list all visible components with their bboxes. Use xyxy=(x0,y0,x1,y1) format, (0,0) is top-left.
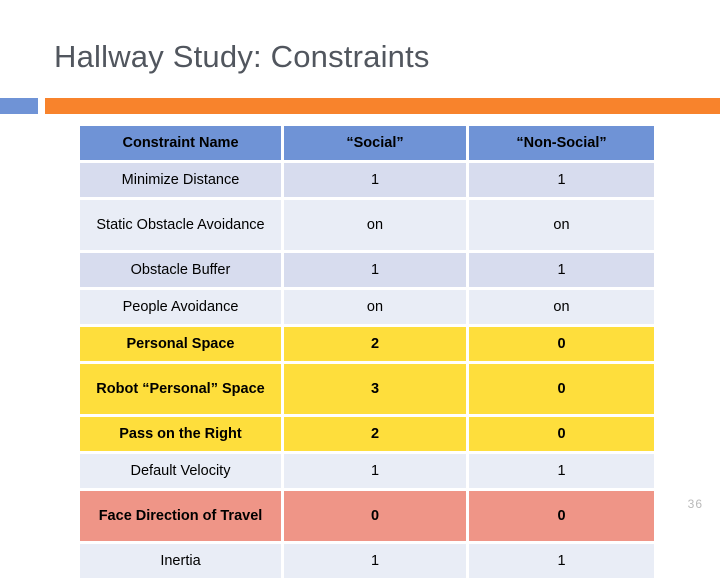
cell-non-social-value: 0 xyxy=(469,327,654,364)
column-header-social: “Social” xyxy=(284,126,469,163)
cell-constraint-name: Personal Space xyxy=(80,327,284,364)
cell-non-social-value: on xyxy=(469,200,654,253)
table-row: Minimize Distance 1 1 xyxy=(80,163,654,200)
cell-constraint-name: Robot “Personal” Space xyxy=(80,364,284,417)
cell-constraint-name: Pass on the Right xyxy=(80,417,284,454)
table-row: Robot “Personal” Space 3 0 xyxy=(80,364,654,417)
divider-band xyxy=(0,98,720,114)
cell-non-social-value: 1 xyxy=(469,454,654,491)
cell-non-social-value: 0 xyxy=(469,417,654,454)
table-row: People Avoidance on on xyxy=(80,290,654,327)
cell-non-social-value: 1 xyxy=(469,163,654,200)
cell-social-value: on xyxy=(284,290,469,327)
divider-square-icon xyxy=(0,98,38,114)
cell-constraint-name: Default Velocity xyxy=(80,454,284,491)
cell-social-value: 1 xyxy=(284,163,469,200)
table-row: Face Direction of Travel 0 0 xyxy=(80,491,654,544)
cell-social-value: 3 xyxy=(284,364,469,417)
column-header-non-social: “Non-Social” xyxy=(469,126,654,163)
column-header-constraint-name: Constraint Name xyxy=(80,126,284,163)
cell-social-value: 2 xyxy=(284,327,469,364)
cell-constraint-name: People Avoidance xyxy=(80,290,284,327)
table-body: Minimize Distance 1 1 Static Obstacle Avoid… xyxy=(80,163,654,581)
table-row: Personal Space 2 0 xyxy=(80,327,654,364)
cell-non-social-value: 1 xyxy=(469,253,654,290)
table-row: Static Obstacle Avoidance on on xyxy=(80,200,654,253)
cell-social-value: 0 xyxy=(284,491,469,544)
cell-constraint-name: Obstacle Buffer xyxy=(80,253,284,290)
cell-social-value: on xyxy=(284,200,469,253)
cell-social-value: 1 xyxy=(284,253,469,290)
page-number: 36 xyxy=(687,497,703,511)
table-row: Obstacle Buffer 1 1 xyxy=(80,253,654,290)
cell-social-value: 1 xyxy=(284,454,469,491)
cell-constraint-name: Minimize Distance xyxy=(80,163,284,200)
constraint-table: Constraint Name “Social” “Non-Social” Mi… xyxy=(80,126,654,581)
cell-non-social-value: 0 xyxy=(469,491,654,544)
divider-bar xyxy=(45,98,720,114)
cell-non-social-value: 0 xyxy=(469,364,654,417)
table-row: Inertia 1 1 xyxy=(80,544,654,581)
cell-non-social-value: on xyxy=(469,290,654,327)
cell-constraint-name: Face Direction of Travel xyxy=(80,491,284,544)
cell-non-social-value: 1 xyxy=(469,544,654,581)
cell-social-value: 1 xyxy=(284,544,469,581)
table-header-row: Constraint Name “Social” “Non-Social” xyxy=(80,126,654,163)
cell-constraint-name: Static Obstacle Avoidance xyxy=(80,200,284,253)
table-row: Default Velocity 1 1 xyxy=(80,454,654,491)
slide-title: Hallway Study: Constraints xyxy=(54,39,430,74)
cell-constraint-name: Inertia xyxy=(80,544,284,581)
table-row: Pass on the Right 2 0 xyxy=(80,417,654,454)
cell-social-value: 2 xyxy=(284,417,469,454)
